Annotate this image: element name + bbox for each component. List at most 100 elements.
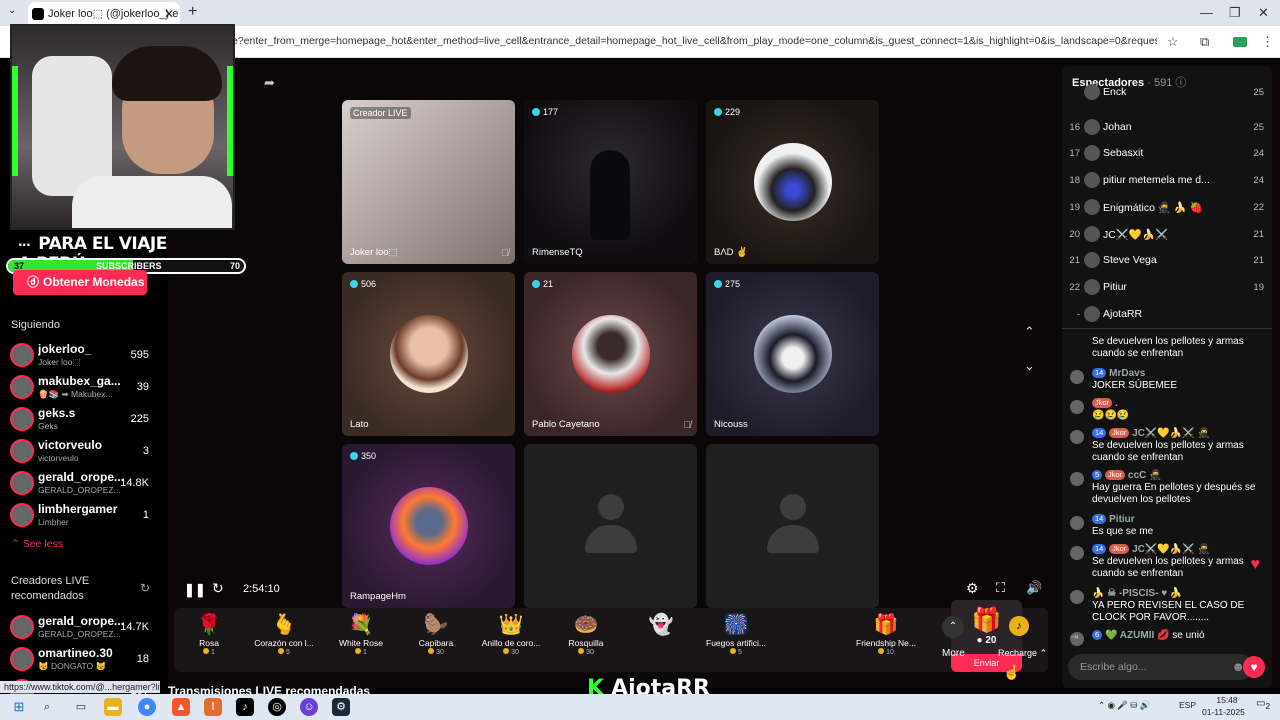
chat-input[interactable]: Escribe algo... ☻: [1068, 654, 1253, 680]
reload-icon[interactable]: ↻: [212, 580, 224, 597]
following-item[interactable]: victorveulo victorveulo 3: [8, 437, 163, 467]
viewer-count: 506: [350, 279, 376, 289]
close-tab-icon[interactable]: ✕: [164, 2, 174, 26]
viewer-icon: [532, 108, 540, 116]
viewer-row[interactable]: Enck 25: [1062, 80, 1272, 106]
avatar: [10, 439, 34, 463]
restore-icon[interactable]: ❐: [1229, 5, 1241, 21]
following-item[interactable]: geks.s Geks 225: [8, 405, 163, 435]
recharge-coin-icon[interactable]: ♪: [1009, 616, 1029, 636]
task-view-icon[interactable]: ▭: [72, 698, 90, 716]
obs-icon[interactable]: ◎: [268, 698, 286, 716]
guest-tile[interactable]: 21 Pablo Cayetano 🎙̸: [524, 272, 697, 436]
settings-icon[interactable]: ⚙: [966, 580, 979, 597]
tiktok-app-icon[interactable]: ♪: [236, 698, 254, 716]
following-subtitle: GERALD_OROPEZ...: [38, 485, 121, 495]
notifications-icon[interactable]: ▭2: [1256, 698, 1270, 711]
gift-item[interactable]: 🍩 Rosquilla 30: [551, 608, 621, 672]
menu-icon[interactable]: ⋮: [1261, 34, 1274, 50]
chat-message-body: 5 Jkor ccC 🥷 Hay guerra En pellotes y des…: [1092, 470, 1262, 506]
url-field[interactable]: e?enter_from_merge=homepage_hot&enter_me…: [232, 35, 1157, 47]
gift-item[interactable]: 🎁 Friendship Ne... 10: [851, 608, 921, 672]
search-icon[interactable]: ⌕: [38, 698, 56, 716]
tab-search-icon[interactable]: ⌄: [8, 5, 16, 16]
steam-icon[interactable]: ⚙: [332, 698, 350, 716]
fullscreen-icon[interactable]: ⛶: [996, 580, 1005, 596]
language-indicator[interactable]: ESP: [1179, 700, 1196, 710]
featured-gift[interactable]: 🎁 ● 20 Enviar: [951, 600, 1022, 672]
gift-item[interactable]: 🫰 Corazón con l... 5: [249, 608, 319, 672]
following-item[interactable]: gerald_orope... GERALD_OROPEZ... 14.8K: [8, 469, 163, 499]
clock-date[interactable]: 01-11-2025: [1202, 707, 1245, 717]
gift-item[interactable]: 💐 White Rose 1: [326, 608, 396, 672]
viewer-row[interactable]: 19 Enigmático 🥷 🍌 🍓 22: [1062, 195, 1272, 221]
viewer-row[interactable]: - AjotaRR: [1062, 302, 1272, 328]
chat-message-body: Se devuelven los pellotes y armas cuando…: [1092, 336, 1262, 360]
more-gifts-button[interactable]: More: [942, 648, 965, 659]
viewer-row[interactable]: 16 Johan 25: [1062, 115, 1272, 141]
new-tab-icon[interactable]: +: [188, 3, 197, 21]
previous-live-icon[interactable]: ⌃: [1024, 324, 1035, 340]
avatar: [10, 503, 34, 527]
chat-text: se unió: [1172, 630, 1205, 641]
viewer-row[interactable]: 17 Sebasxit 24: [1062, 141, 1272, 167]
chrome-icon[interactable]: ●: [138, 698, 156, 716]
tray-icons[interactable]: ⌃ ◉ 🎤 ⛁ 🔊: [1098, 700, 1150, 711]
minimize-icon[interactable]: —: [1200, 5, 1213, 20]
brave-icon[interactable]: ▲: [172, 698, 190, 716]
empty-seat-placeholder[interactable]: [766, 494, 819, 554]
guest-tile[interactable]: 177 RimenseTQ: [524, 100, 697, 264]
mouse-cursor-icon: ☝: [1003, 664, 1021, 680]
user-level-badge: 5: [1092, 470, 1103, 480]
viewer-row[interactable]: 22 Pitiur 19: [1062, 275, 1272, 301]
clock-time[interactable]: 15:48: [1212, 695, 1242, 705]
bookmark-star-icon[interactable]: ☆: [1167, 34, 1179, 50]
close-window-icon[interactable]: ✕: [1258, 5, 1269, 21]
guest-tile[interactable]: 506 Lato: [342, 272, 515, 436]
share-icon[interactable]: ➦: [264, 75, 275, 91]
discord-icon[interactable]: ☺: [300, 698, 318, 716]
gift-item[interactable]: 👻: [626, 608, 696, 672]
creator-live-badge: Creador LIVE: [350, 107, 411, 119]
gift-item[interactable]: 🦫 Capibara 30: [401, 608, 471, 672]
guest-tile[interactable]: 275 Nicouss: [706, 272, 879, 436]
chat-text: Se devuelven los pellotes y armas cuando…: [1092, 336, 1244, 359]
pause-icon[interactable]: ❚❚: [184, 582, 206, 598]
recommended-item[interactable]: gerald_orope... GERALD_OROPEZ... 14.7K: [8, 613, 163, 643]
browser-tab[interactable]: Joker loo⬚ (@jokerloo_) e ✕: [28, 2, 180, 26]
gift-item[interactable]: 🌹 Rosa 1: [174, 608, 244, 672]
see-less-link[interactable]: ⌃ See less: [11, 538, 63, 550]
get-coins-button[interactable]: ⓓ Obtener Monedas: [13, 270, 147, 295]
viewer-row[interactable]: 20 JC⚔️💛🍌⚔️ 21: [1062, 222, 1272, 248]
guest-tile[interactable]: 229 BΛD ✌️: [706, 100, 879, 264]
empty-seat-placeholder[interactable]: [584, 494, 637, 554]
extensions-icon[interactable]: ⧉: [1200, 34, 1209, 50]
windows-start-icon[interactable]: ⊞: [10, 698, 28, 716]
send-heart-button[interactable]: ♥: [1243, 656, 1265, 678]
viewer-count-value: 275: [725, 279, 741, 289]
streamer-webcam-overlay: [10, 24, 235, 230]
viewer-count-value: 350: [361, 451, 377, 461]
volume-icon[interactable]: 🔊: [1026, 580, 1042, 596]
recharge-button[interactable]: Recharge ⌃: [998, 648, 1047, 659]
gift-item[interactable]: 🎆 Fuegos artifici... 5: [701, 608, 771, 672]
following-item[interactable]: makubex_ga... 🍿📚 ➡ Makubex... 39: [8, 373, 163, 403]
guest-tile[interactable]: Creador LIVE Joker loo⬚ 🎙̸: [342, 100, 515, 264]
refresh-icon[interactable]: ↻: [140, 581, 150, 595]
viewer-rank: 22: [1069, 281, 1080, 293]
viewer-row[interactable]: 18 pitiur metemela me d... 24: [1062, 168, 1272, 194]
tiktok-icon: [32, 8, 44, 20]
file-explorer-icon[interactable]: ▬: [104, 698, 122, 716]
profile-icon[interactable]: [1233, 37, 1247, 47]
more-gifts-icon[interactable]: ⌃: [942, 616, 964, 638]
next-live-icon[interactable]: ⌄: [1024, 358, 1035, 374]
chat-username: JC⚔️💛🍌⚔️ 🥷: [1132, 544, 1210, 555]
gift-item[interactable]: 👑 Anillo de coro... 30: [476, 608, 546, 672]
following-item[interactable]: jokerloo_ Joker loo⬚ 595: [8, 341, 163, 371]
gift-price: 30: [551, 648, 621, 656]
app-icon[interactable]: Ⅰ: [204, 698, 222, 716]
following-item[interactable]: limbhergamer Limbher 1: [8, 501, 163, 531]
viewer-row[interactable]: 21 Steve Vega 21: [1062, 248, 1272, 274]
recommended-item[interactable]: omartineo.30 😼 DONGATO 😼 18: [8, 645, 163, 675]
like-heart-icon[interactable]: ♥: [1251, 556, 1261, 574]
